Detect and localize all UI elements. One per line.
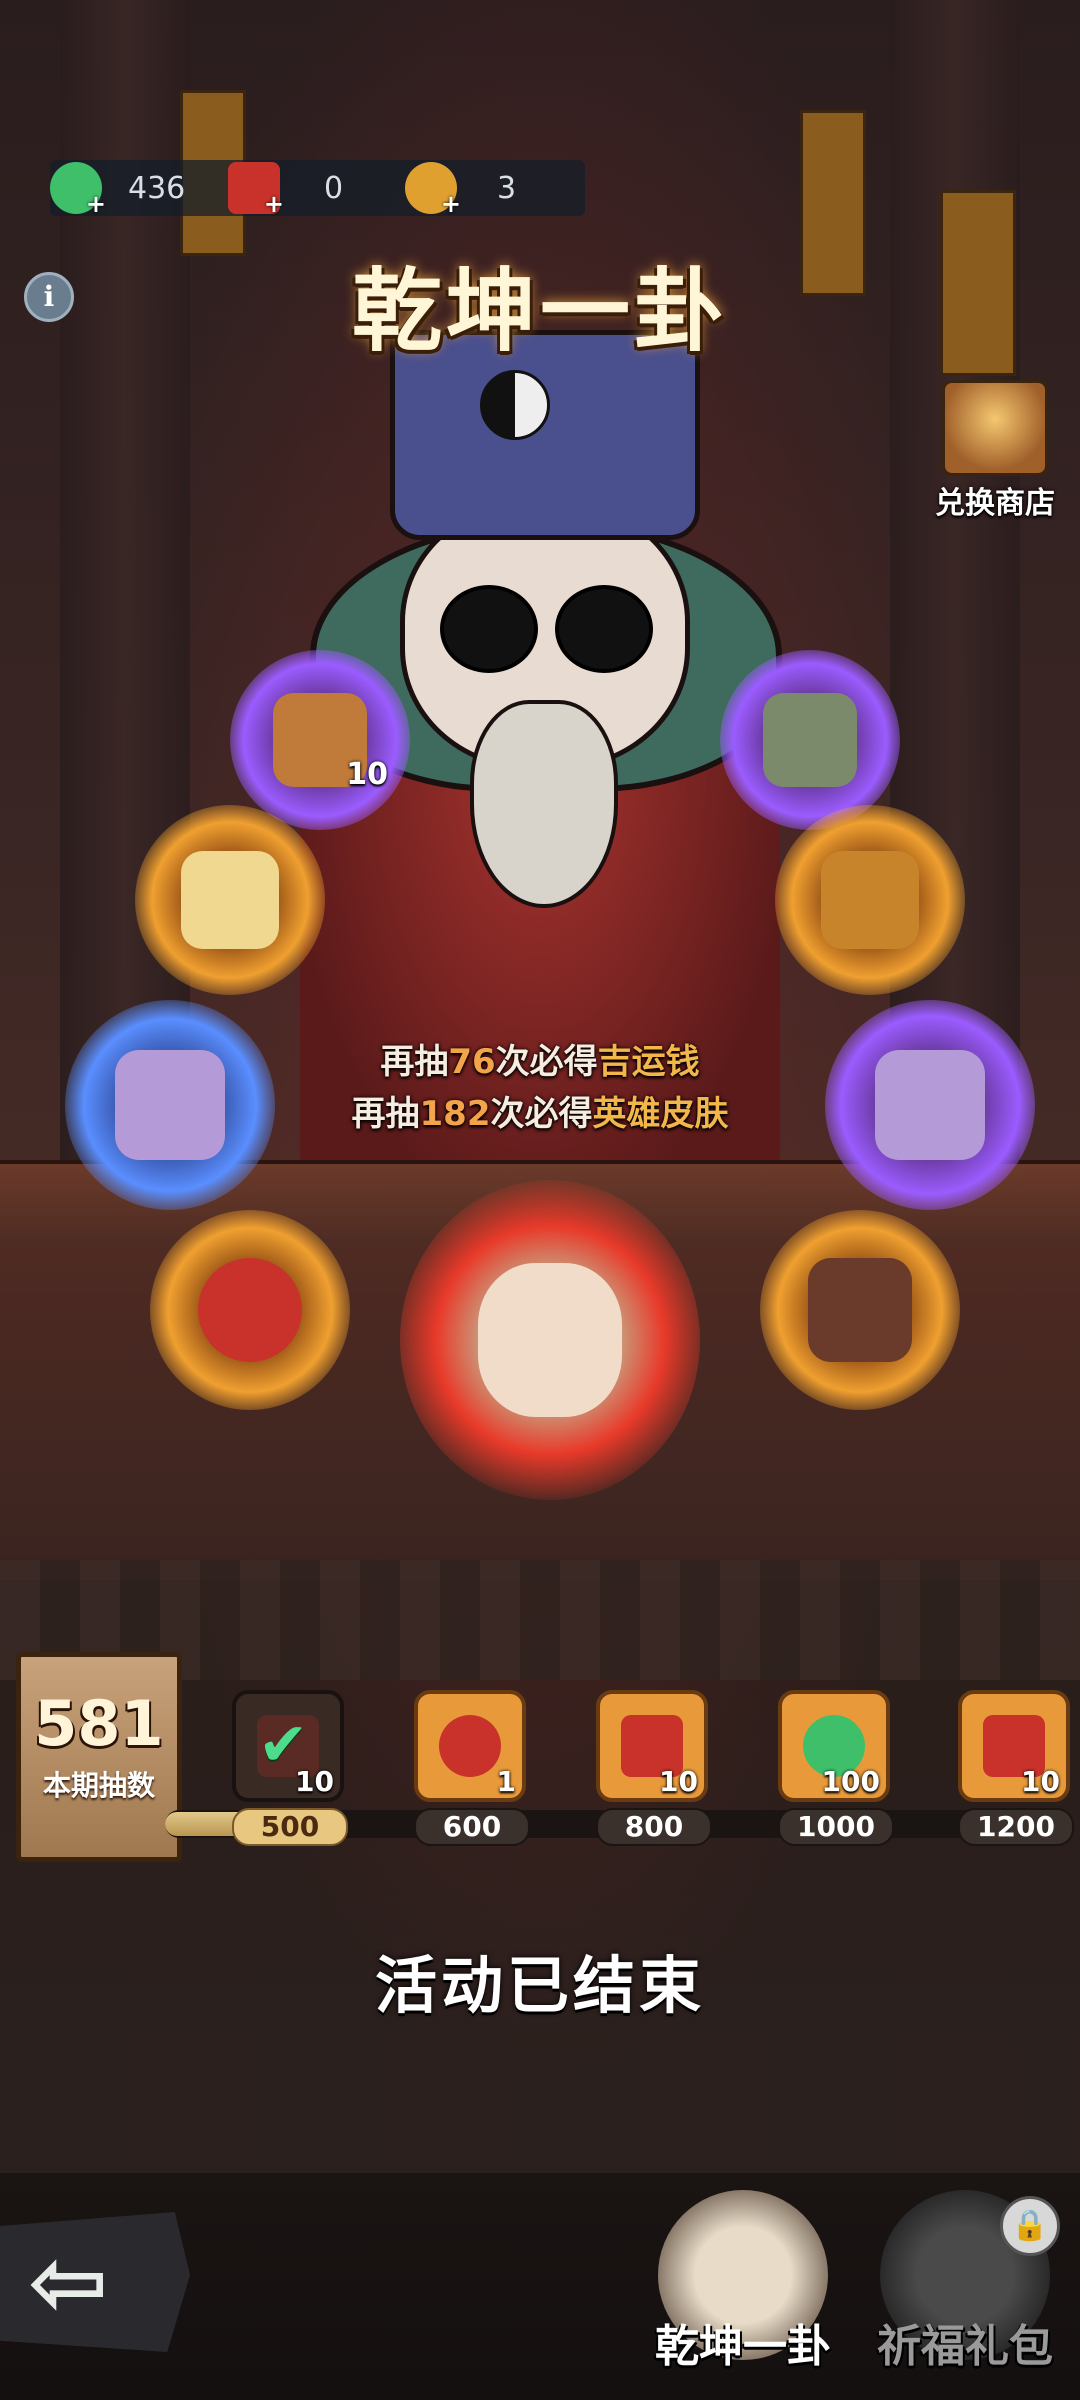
resource-coin-charm-value: 3 <box>497 170 517 206</box>
scroll-icon <box>180 850 280 950</box>
prize-count: 10 <box>346 757 388 792</box>
yin-yang-icon <box>480 370 550 440</box>
sunglasses-right <box>555 585 653 673</box>
sunglasses-left <box>440 585 538 673</box>
pity-prize: 英雄皮肤 <box>592 1094 729 1134</box>
pity-prefix: 再抽 <box>380 1042 449 1082</box>
pity-line-2: 再抽182次必得英雄皮肤 <box>0 1088 1080 1140</box>
pity-mid: 次必得 <box>490 1094 593 1134</box>
milestone-threshold: 1000 <box>778 1808 894 1846</box>
shop-icon <box>942 380 1048 476</box>
milestone-reward-4[interactable]: 100 <box>778 1690 890 1802</box>
tab-label: 祈福礼包 <box>877 2321 1053 2372</box>
pity-line-1: 再抽76次必得吉运钱 <box>0 1036 1080 1088</box>
page-title: 乾坤一卦 <box>352 259 728 364</box>
milestone-reward-count: 10 <box>295 1765 334 1798</box>
exchange-shop-label: 兑换商店 <box>935 486 1055 521</box>
prize-orb-hero-skin[interactable] <box>400 1180 700 1500</box>
draw-count-banner: 581 本期抽数 <box>16 1652 182 1862</box>
pity-count: 76 <box>448 1042 496 1082</box>
jade-icon: + <box>50 162 106 216</box>
tab-label: 乾坤一卦 <box>655 2321 831 2372</box>
milestone-threshold: 1200 <box>958 1808 1074 1846</box>
resource-jade[interactable]: + 436 <box>50 160 185 216</box>
exchange-shop-button[interactable]: 兑换商店 <box>920 380 1070 522</box>
red-seal-icon: + <box>228 162 284 216</box>
prize-orb-coin[interactable] <box>150 1210 350 1410</box>
prize-orb-relic[interactable] <box>720 650 900 830</box>
milestone-reward-3[interactable]: 10 <box>596 1690 708 1802</box>
lock-icon: 🔒 <box>1000 2196 1060 2256</box>
resource-jade-value: 436 <box>128 170 186 206</box>
bundle-icon <box>808 1258 912 1362</box>
pity-info: 再抽76次必得吉运钱 再抽182次必得英雄皮肤 <box>0 1036 1080 1140</box>
pity-count: 182 <box>419 1094 491 1134</box>
milestone-reward-1[interactable]: ✔ 10 <box>232 1690 344 1802</box>
milestone-reward-count: 100 <box>821 1765 880 1798</box>
coin-charm-icon <box>198 1258 302 1362</box>
milestone-threshold: 500 <box>232 1808 348 1846</box>
prize-orb-key[interactable] <box>775 805 965 995</box>
milestone-reward-5[interactable]: 10 <box>958 1690 1070 1802</box>
game-scene: + 436 + 0 + 3 i 乾坤一卦 兑换商店 10 再抽76次必得吉运钱 … <box>0 0 1080 2400</box>
prize-orb-scroll[interactable] <box>135 805 325 995</box>
draw-count-label: 本期抽数 <box>42 1769 155 1802</box>
coin-charm-icon: + <box>405 162 461 216</box>
resource-red-seal-value: 0 <box>324 170 344 206</box>
event-ended-text: 活动已结束 <box>374 1949 705 2022</box>
key-icon <box>820 850 920 950</box>
back-arrow-icon: ⇦ <box>28 2226 109 2338</box>
milestone-reward-count: 10 <box>1021 1765 1060 1798</box>
prize-orb-bundle[interactable] <box>760 1210 960 1410</box>
pity-mid: 次必得 <box>495 1042 598 1082</box>
resource-red-seal[interactable]: + 0 <box>228 160 343 216</box>
hero-skin-icon <box>478 1263 622 1417</box>
milestone-threshold: 800 <box>596 1808 712 1846</box>
milestone-reward-2[interactable]: 1 <box>414 1690 526 1802</box>
pity-prize: 吉运钱 <box>597 1042 700 1082</box>
milestone-reward-count: 10 <box>659 1765 698 1798</box>
milestone-reward-count: 1 <box>496 1765 516 1798</box>
draw-count-value: 581 <box>34 1687 164 1760</box>
coin-charm-icon <box>438 1714 502 1778</box>
fortune-teller-beard <box>470 700 618 908</box>
pity-prefix: 再抽 <box>351 1094 420 1134</box>
prize-orb-chest[interactable]: 10 <box>230 650 410 830</box>
relic-icon <box>763 693 857 787</box>
resource-coin-charm[interactable]: + 3 <box>405 160 516 216</box>
tab-qiankun-yigua[interactable]: 乾坤一卦 <box>648 2190 838 2390</box>
milestone-threshold: 600 <box>414 1808 530 1846</box>
